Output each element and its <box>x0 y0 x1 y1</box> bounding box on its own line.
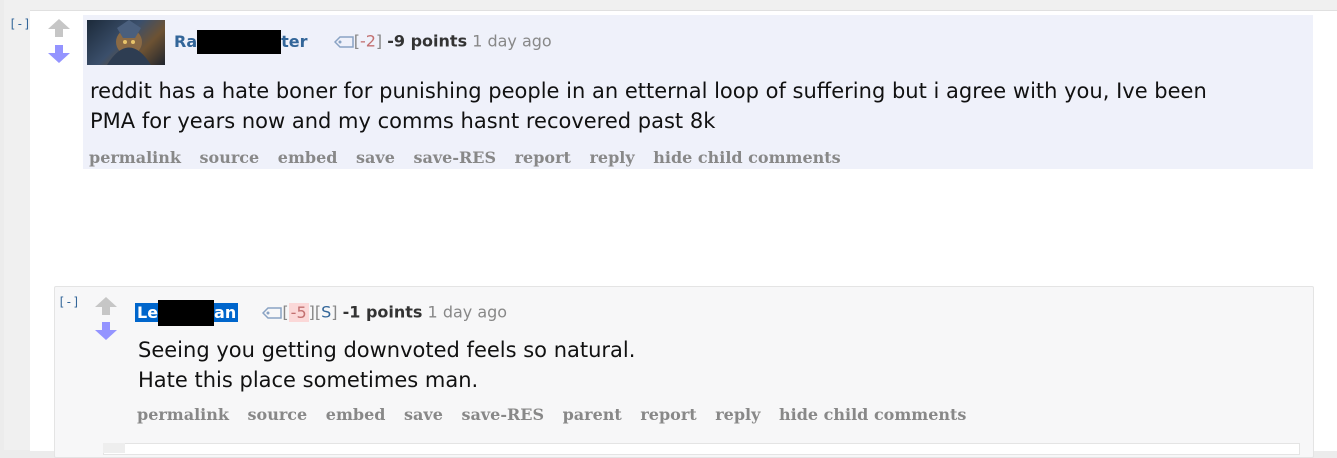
comment-meta: Ra ter [-2] -9 points 1 day ago <box>174 30 552 54</box>
downvote-arrow-icon[interactable] <box>94 321 118 341</box>
permalink-button[interactable]: permalink <box>137 405 229 424</box>
hide-child-comments-button[interactable]: hide child comments <box>779 405 966 424</box>
comment-meta: Le an [-5][S] -1 points 1 day ago <box>135 300 507 326</box>
report-button[interactable]: report <box>515 148 571 167</box>
karma-tag: -2 <box>359 31 376 51</box>
flair-close: ] <box>375 31 383 51</box>
upvote-arrow-icon[interactable] <box>94 296 118 316</box>
redaction-bar <box>197 30 282 54</box>
save-res-button[interactable]: save-RES <box>461 405 544 424</box>
hide-child-comments-button[interactable]: hide child comments <box>653 148 840 167</box>
author-link[interactable]: Ra ter <box>174 30 308 54</box>
source-button[interactable]: source <box>248 405 308 424</box>
author-name-start[interactable]: Le <box>137 303 158 322</box>
flair-separator: ][ <box>308 302 322 322</box>
embed-button[interactable]: embed <box>326 405 386 424</box>
save-res-button[interactable]: save-RES <box>413 148 496 167</box>
nested-comment-stub <box>103 443 1300 455</box>
flair-close: ] <box>331 302 338 322</box>
author-link[interactable]: Le an <box>135 300 239 326</box>
save-button[interactable]: save <box>404 405 443 424</box>
comment-body-line: reddit has a hate boner for punishing pe… <box>90 79 1207 103</box>
score: -9 points <box>387 31 468 51</box>
comment-actions: permalink source embed save save-RES rep… <box>89 148 854 167</box>
submitter-tag[interactable]: S <box>321 303 331 322</box>
report-button[interactable]: report <box>640 405 696 424</box>
timestamp: 1 day ago <box>472 31 552 51</box>
author-name-start[interactable]: Ra <box>174 32 197 51</box>
tag-icon[interactable] <box>262 307 283 319</box>
reply-button[interactable]: reply <box>589 148 634 167</box>
karma-tag: -5 <box>288 302 309 322</box>
comment-body-line: PMA for years now and my comms hasnt rec… <box>90 109 716 133</box>
author-name-end[interactable]: an <box>214 303 236 322</box>
comment-body-line: Hate this place sometimes man. <box>138 368 479 392</box>
permalink-button[interactable]: permalink <box>89 148 181 167</box>
comment-actions: permalink source embed save save-RES par… <box>137 405 979 424</box>
timestamp: 1 day ago <box>427 302 508 322</box>
source-button[interactable]: source <box>200 148 260 167</box>
upvote-arrow-icon[interactable] <box>47 18 71 38</box>
reply-button[interactable]: reply <box>715 405 760 424</box>
nested-comment-strip <box>103 443 125 453</box>
user-avatar[interactable] <box>87 20 165 65</box>
flair-open: [ <box>282 302 289 322</box>
comment-body-line: Seeing you getting downvoted feels so na… <box>138 338 636 362</box>
save-button[interactable]: save <box>356 148 395 167</box>
redaction-bar <box>158 300 215 326</box>
collapse-toggle[interactable]: [-] <box>58 295 80 309</box>
downvote-arrow-icon[interactable] <box>47 44 71 64</box>
collapse-toggle[interactable]: [-] <box>9 17 31 31</box>
avatar-image-icon <box>107 20 151 65</box>
comment-body: reddit has a hate boner for punishing pe… <box>90 76 1207 136</box>
parent-button[interactable]: parent <box>563 405 622 424</box>
score: -1 points <box>342 302 423 322</box>
tag-icon[interactable] <box>333 36 354 48</box>
author-name-end[interactable]: ter <box>281 32 307 51</box>
embed-button[interactable]: embed <box>278 148 338 167</box>
comment-body: Seeing you getting downvoted feels so na… <box>138 335 635 395</box>
